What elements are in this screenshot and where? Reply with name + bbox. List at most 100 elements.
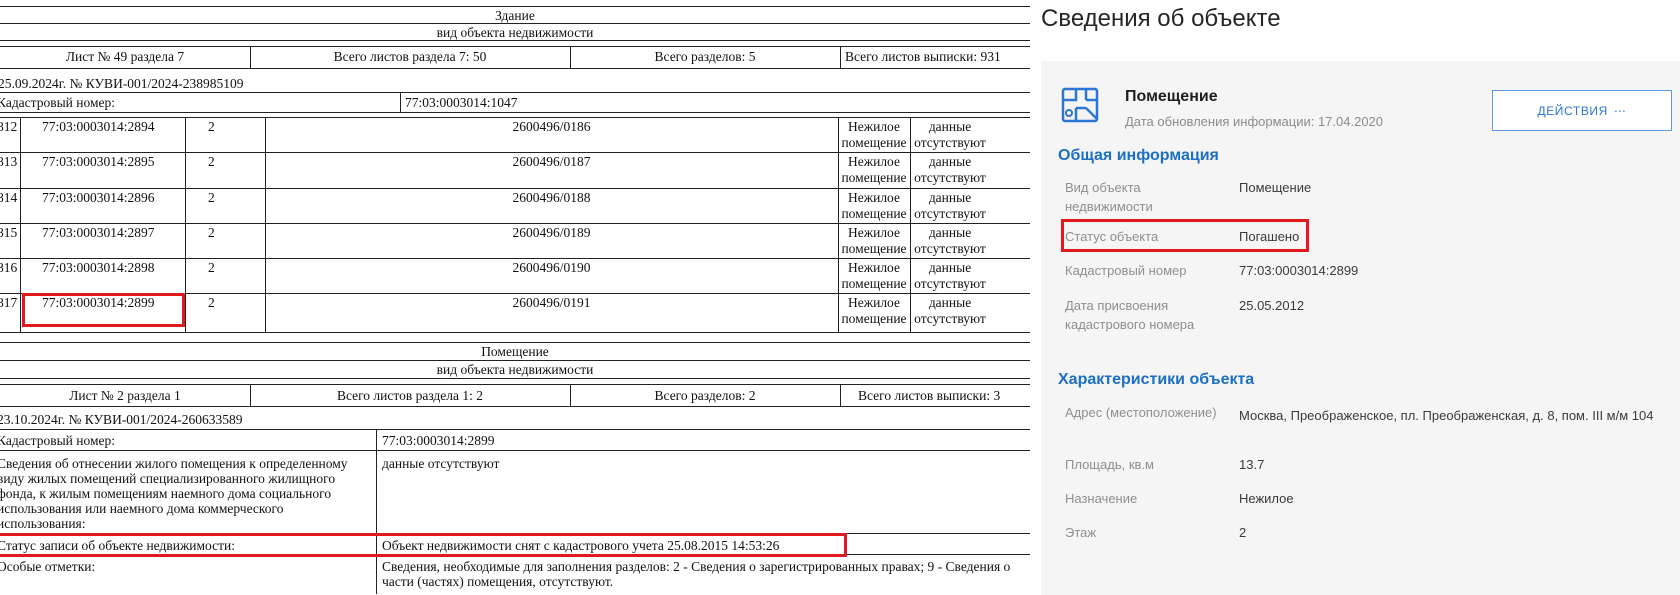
general-value: Помещение [1239, 180, 1312, 195]
rule [0, 384, 1030, 385]
actions-button[interactable]: ДЕЙСТВИЯ ⋯ [1492, 90, 1672, 131]
row-floor-cell: 2 [208, 225, 215, 240]
row-data-cell: данные отсутствуют [914, 154, 986, 185]
doc-kind-label: вид объекта недвижимости [436, 25, 594, 40]
rule [0, 332, 1030, 333]
doc-info-label: Сведения об отнесении жилого помещения к… [0, 456, 348, 531]
rule [570, 384, 571, 406]
doc-info-value: данные отсутствуют [382, 456, 500, 471]
row-type-cell: Нежилое помещение [841, 225, 907, 256]
row-type-cell: Нежилое помещение [841, 154, 907, 185]
rule [250, 384, 251, 406]
doc-date-number: 25.09.2024г. № КУВИ-001/2024-238985109 [0, 76, 244, 91]
row-n-cell: 817 [0, 295, 18, 310]
doc-sheets-section-2: Всего листов раздела 1: 2 [336, 388, 484, 403]
row-code-cell: 2600496/0186 [512, 119, 591, 134]
rule [0, 450, 1030, 451]
doc-building-heading: Здание [495, 8, 535, 23]
doc-cad-label-2: Кадастровый номер: [0, 433, 116, 448]
rule [0, 112, 1030, 113]
rule [0, 152, 1030, 153]
doc-sheets-total-2: Всего листов выписки: 3 [858, 388, 1001, 403]
row-cad-cell: 77:03:0003014:2899 [42, 295, 155, 310]
doc-cad-label: Кадастровый номер: [0, 95, 116, 110]
more-dots-icon: ⋯ [1613, 103, 1627, 118]
highlight-object-status [1061, 219, 1309, 252]
rule [0, 68, 1030, 69]
row-type-cell: Нежилое помещение [841, 295, 907, 326]
row-data-cell: данные отсутствуют [914, 295, 986, 326]
rule [376, 429, 377, 594]
rule [20, 117, 21, 332]
row-code-cell: 2600496/0191 [512, 295, 591, 310]
char-label: Адрес (местоположение) [1065, 405, 1217, 420]
row-code-cell: 2600496/0187 [512, 154, 591, 169]
row-cad-cell: 77:03:0003014:2896 [42, 190, 155, 205]
doc-cad-value-2: 77:03:0003014:2899 [382, 433, 495, 448]
row-type-cell: Нежилое помещение [841, 119, 907, 150]
doc-room-heading: Помещение [481, 344, 549, 359]
char-value: Москва, Преображенское, пл. Преображенск… [1239, 408, 1654, 423]
doc-date-number-2: 23.10.2024г. № КУВИ-001/2024-260633589 [0, 412, 243, 427]
general-value: 25.05.2012 [1239, 298, 1305, 313]
rule [0, 188, 1030, 189]
row-floor-cell: 2 [208, 295, 215, 310]
doc-cad-value: 77:03:0003014:1047 [405, 95, 518, 110]
row-n-cell: 816 [0, 260, 18, 275]
row-code-cell: 2600496/0188 [512, 190, 591, 205]
highlight-record-status [0, 533, 847, 557]
rule [185, 117, 186, 332]
char-value: 13.7 [1239, 457, 1265, 472]
rule [400, 92, 401, 112]
object-title: Помещение [1125, 88, 1218, 105]
row-data-cell: данные отсутствуют [914, 260, 986, 291]
doc-sheet-2: Лист № 2 раздела 1 [69, 388, 181, 403]
rule [570, 46, 571, 68]
row-n-cell: 814 [0, 190, 18, 205]
row-cad-cell: 77:03:0003014:2895 [42, 154, 155, 169]
rule [0, 6, 1030, 7]
char-label: Площадь, кв.м [1065, 457, 1154, 472]
rule [250, 46, 251, 68]
row-n-cell: 812 [0, 119, 18, 134]
doc-sections: Всего разделов: 5 [654, 49, 756, 64]
rule [0, 223, 1030, 224]
row-n-cell: 815 [0, 225, 18, 240]
characteristics-heading: Характеристики объекта [1058, 371, 1255, 388]
rule [0, 429, 1030, 430]
row-code-cell: 2600496/0189 [512, 225, 591, 240]
doc-notes-label: Особые отметки: [0, 559, 96, 574]
general-value: 77:03:0003014:2899 [1239, 263, 1359, 278]
actions-label: ДЕЙСТВИЯ [1537, 103, 1608, 118]
rule [0, 40, 1030, 41]
rule [840, 46, 841, 68]
row-n-cell: 813 [0, 154, 18, 169]
general-label: Вид объекта недвижимости [1065, 180, 1153, 214]
rule [0, 360, 1030, 361]
char-value: Нежилое [1239, 491, 1294, 506]
row-cad-cell: 77:03:0003014:2898 [42, 260, 155, 275]
doc-notes-value: Сведения, необходимые для заполнения раз… [382, 559, 1011, 589]
rule [0, 406, 1030, 407]
char-label: Этаж [1065, 525, 1097, 540]
general-label: Дата присвоения кадастрового номера [1065, 298, 1195, 332]
rule [0, 258, 1030, 259]
row-cad-cell: 77:03:0003014:2894 [42, 119, 155, 134]
extract-document: Здание вид объекта недвижимости Лист № 4… [0, 0, 1030, 595]
rule [0, 378, 1030, 379]
doc-sheets-section: Всего листов раздела 7: 50 [333, 49, 487, 64]
row-floor-cell: 2 [208, 119, 215, 134]
char-label: Назначение [1065, 491, 1138, 506]
doc-sections-2: Всего разделов: 2 [654, 388, 756, 403]
row-data-cell: данные отсутствуют [914, 119, 986, 150]
row-type-cell: Нежилое помещение [841, 260, 907, 291]
building-plan-icon [1060, 86, 1100, 126]
doc-kind-label-2: вид объекта недвижимости [436, 362, 594, 377]
general-info-heading: Общая информация [1058, 147, 1219, 164]
row-data-cell: данные отсутствуют [914, 225, 986, 256]
rule [0, 92, 1030, 93]
object-info-panel: Сведения об объекте Помещение Дата обнов… [1030, 0, 1680, 595]
panel-title: Сведения об объекте [1041, 5, 1281, 32]
rule [0, 342, 1030, 343]
rule [840, 384, 841, 406]
